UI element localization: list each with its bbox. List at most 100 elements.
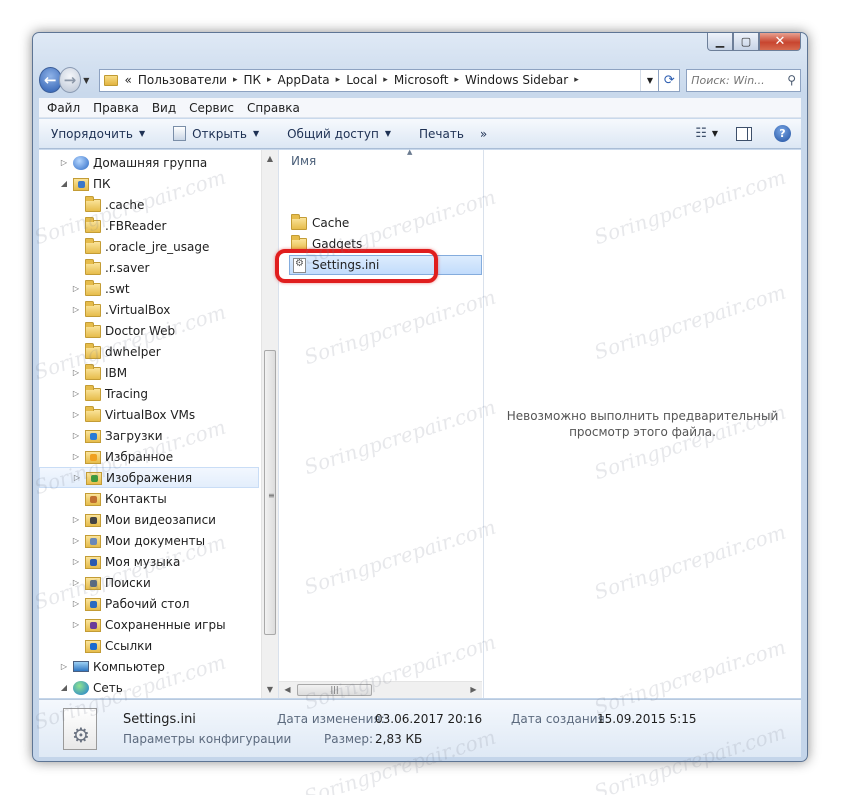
search-icon[interactable]: ⚲ <box>787 73 796 87</box>
expand-arrow-icon[interactable]: ▷ <box>71 431 81 440</box>
expand-arrow-icon[interactable]: ▷ <box>72 473 82 482</box>
more-commands-button[interactable]: » <box>480 127 487 141</box>
scroll-left-icon[interactable]: ◀ <box>279 682 296 698</box>
breadcrumb-item[interactable]: Windows Sidebar <box>465 73 568 87</box>
file-item[interactable]: Cache <box>289 213 482 233</box>
tree-item[interactable]: ▷ Мои документы <box>39 530 259 551</box>
breadcrumb-separator-icon[interactable]: ▸ <box>383 75 388 85</box>
tree-item-label: Tracing <box>105 386 149 401</box>
tree-item[interactable]: ◢ ПК <box>39 173 259 194</box>
expand-arrow-icon[interactable]: ▷ <box>71 515 81 524</box>
tree-item[interactable]: ▷ Tracing <box>39 383 259 404</box>
tree-item[interactable]: Контакты <box>39 488 259 509</box>
breadcrumb-item[interactable]: Microsoft <box>394 73 449 87</box>
tree-item[interactable]: .FBReader <box>39 215 259 236</box>
expand-arrow-icon[interactable]: ▷ <box>59 662 69 671</box>
breadcrumb-item[interactable]: Пользователи <box>138 73 227 87</box>
expand-arrow-icon[interactable]: ▷ <box>71 578 81 587</box>
expand-arrow-icon[interactable]: ▷ <box>71 389 81 398</box>
expand-arrow-icon[interactable]: ▷ <box>71 557 81 566</box>
breadcrumb-item[interactable]: AppData <box>278 73 330 87</box>
tree-item[interactable]: Doctor Web <box>39 320 259 341</box>
tree-item[interactable]: Ссылки <box>39 635 259 656</box>
tree-item[interactable]: ▷ Рабочий стол <box>39 593 259 614</box>
expand-arrow-icon[interactable]: ▷ <box>71 305 81 314</box>
address-dropdown-icon[interactable]: ▼ <box>640 69 658 91</box>
tree-item-label: Сохраненные игры <box>105 617 226 632</box>
tree-item[interactable]: ▷ Мои видеозаписи <box>39 509 259 530</box>
forward-button[interactable]: → <box>58 67 82 93</box>
expand-arrow-icon[interactable]: ▷ <box>71 599 81 608</box>
menu-item[interactable]: Файл <box>47 101 80 115</box>
breadcrumb-item[interactable]: ПК <box>243 73 261 87</box>
print-button[interactable]: Печать <box>419 127 464 141</box>
tree-item[interactable]: .cache <box>39 194 259 215</box>
help-icon[interactable]: ? <box>774 125 791 142</box>
expand-arrow-icon[interactable]: ▷ <box>59 158 69 167</box>
tree-item[interactable]: ◢ Сеть <box>39 677 259 698</box>
search-box[interactable]: ⚲ <box>686 68 802 92</box>
breadcrumb: « Пользователи ▸ ПК ▸ AppData ▸ Local ▸ Microsof… <box>124 73 584 87</box>
expand-arrow-icon[interactable]: ▷ <box>71 284 81 293</box>
expand-arrow-icon[interactable]: ◢ <box>59 683 69 692</box>
folder-icon <box>104 74 119 86</box>
searches-icon <box>85 576 101 590</box>
menu-item[interactable]: Сервис <box>189 101 234 115</box>
menu-item[interactable]: Вид <box>152 101 176 115</box>
maximize-button[interactable]: ▢ <box>733 33 759 51</box>
tree-item[interactable]: ▷ .VirtualBox <box>39 299 259 320</box>
breadcrumb-separator-icon[interactable]: ▸ <box>454 75 459 85</box>
tree-item[interactable]: ▷ IBM <box>39 362 259 383</box>
search-input[interactable] <box>691 73 788 87</box>
expand-arrow-icon[interactable]: ▷ <box>71 410 81 419</box>
file-list-hscrollbar[interactable]: ◀ ||| ▶ <box>279 681 482 698</box>
breadcrumb-separator-icon[interactable]: ▸ <box>267 75 272 85</box>
menu-item[interactable]: Справка <box>247 101 300 115</box>
chevron-down-icon: ▼ <box>384 129 391 138</box>
expand-arrow-icon[interactable]: ◢ <box>59 179 69 188</box>
breadcrumb-item[interactable]: Local <box>346 73 377 87</box>
preview-pane-icon[interactable] <box>736 126 752 141</box>
tree-item[interactable]: ▷ Поиски <box>39 572 259 593</box>
tree-item[interactable]: ▷ Компьютер <box>39 656 259 677</box>
expand-arrow-icon[interactable]: ▷ <box>71 536 81 545</box>
expand-arrow-icon[interactable]: ▷ <box>71 620 81 629</box>
refresh-icon[interactable]: ⟳ <box>659 68 681 92</box>
tree-item[interactable]: ▷ Загрузки <box>39 425 259 446</box>
breadcrumb-separator-icon[interactable]: ▸ <box>233 75 238 85</box>
open-button[interactable]: Открыть ▼ <box>173 126 259 141</box>
details-pane: Settings.ini Параметры конфигурации Дата… <box>39 699 801 757</box>
expand-arrow-icon[interactable]: ▷ <box>71 368 81 377</box>
command-bar: Упорядочить ▼ Открыть ▼ Общий доступ ▼ Печа… <box>39 119 801 149</box>
share-button[interactable]: Общий доступ ▼ <box>287 127 391 141</box>
tree-item[interactable]: .oracle_jre_usage <box>39 236 259 257</box>
tree-item[interactable]: .r.saver <box>39 257 259 278</box>
breadcrumb-separator-icon[interactable]: ▸ <box>574 75 579 85</box>
tree-item[interactable]: ▷ Моя музыка <box>39 551 259 572</box>
organize-button[interactable]: Упорядочить ▼ <box>51 127 145 141</box>
tree-item[interactable]: ▷ Домашняя группа <box>39 152 259 173</box>
tree-item[interactable]: ▷ Изображения <box>39 467 259 488</box>
recent-pages-dropdown[interactable]: ▼ <box>83 76 93 85</box>
tree-item[interactable]: ▷ VirtualBox VMs <box>39 404 259 425</box>
tree-item[interactable]: ▷ .swt <box>39 278 259 299</box>
close-button[interactable]: ✕ <box>759 33 801 51</box>
tree-item[interactable]: ▷ Сохраненные игры <box>39 614 259 635</box>
tree-scrollbar[interactable]: ▲ ≡ ▼ <box>261 150 278 698</box>
scroll-down-icon[interactable]: ▼ <box>262 681 278 698</box>
address-bar[interactable]: « Пользователи ▸ ПК ▸ AppData ▸ Local ▸ Microsof… <box>99 68 660 92</box>
view-options-icon[interactable]: ☷ <box>695 126 707 141</box>
column-header-name[interactable]: Имя ▲ <box>279 148 482 172</box>
tree-item[interactable]: ▷ Избранное <box>39 446 259 467</box>
chevron-down-icon[interactable]: ▼ <box>712 129 718 138</box>
expand-arrow-icon[interactable]: ▷ <box>71 452 81 461</box>
scroll-right-icon[interactable]: ▶ <box>465 682 482 698</box>
scroll-up-icon[interactable]: ▲ <box>262 150 278 167</box>
hscroll-thumb[interactable]: ||| <box>297 684 372 696</box>
tree-item[interactable]: dwhelper <box>39 341 259 362</box>
scroll-thumb[interactable]: ≡ <box>264 350 276 635</box>
minimize-button[interactable]: ▁ <box>707 33 733 51</box>
breadcrumb-separator-icon[interactable]: ▸ <box>336 75 341 85</box>
breadcrumb-overflow[interactable]: « <box>124 73 131 87</box>
menu-item[interactable]: Правка <box>93 101 139 115</box>
